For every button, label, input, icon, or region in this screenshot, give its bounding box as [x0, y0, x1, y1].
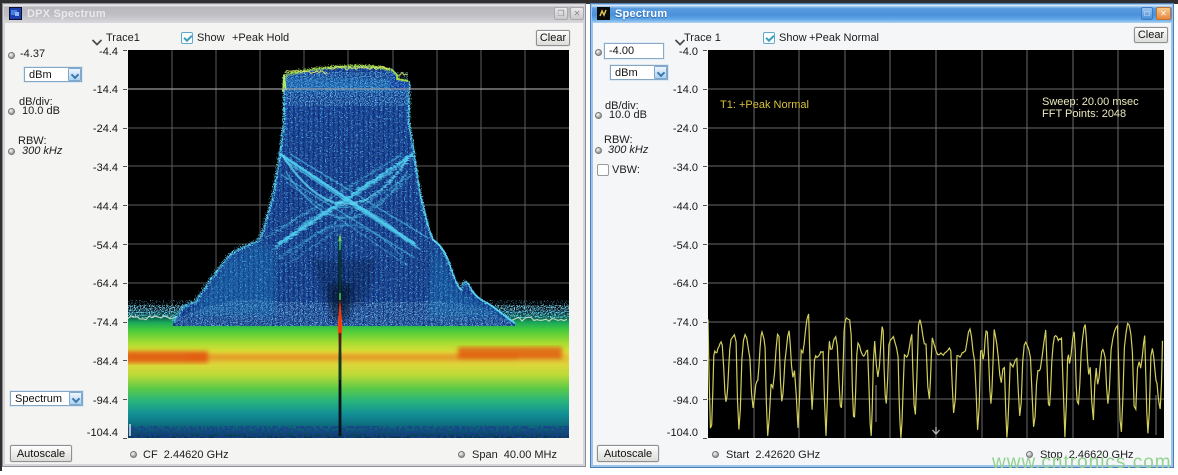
svg-text:Sweep: 20.00 msec: Sweep: 20.00 msec [1042, 96, 1139, 108]
svg-text:T1: +Peak Normal: T1: +Peak Normal [720, 99, 809, 111]
svg-text:FFT Points: 2048: FFT Points: 2048 [1042, 108, 1126, 120]
